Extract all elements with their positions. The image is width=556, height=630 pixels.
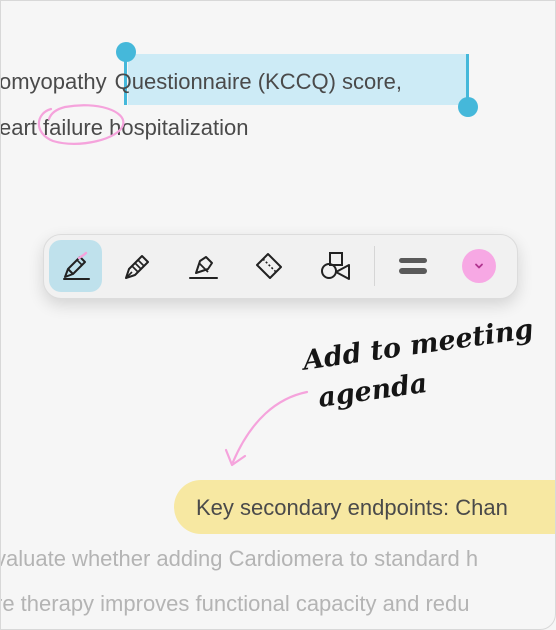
- faded-text-line-2[interactable]: re therapy improves functional capacity …: [1, 591, 469, 617]
- handwritten-note[interactable]: Add to meeting agenda: [301, 314, 544, 455]
- line1-selected-text: Questionnaire (KCCQ) score,: [114, 69, 402, 94]
- shapes-icon: [320, 252, 350, 280]
- fountain-pen-tool[interactable]: [110, 240, 163, 292]
- highlighted-text: Key secondary endpoints: Chan: [196, 495, 508, 520]
- highlighted-text-block[interactable]: Key secondary endpoints: Chan: [174, 480, 555, 534]
- eraser-icon: [255, 253, 282, 279]
- toolbar-divider: [374, 246, 375, 286]
- line-thickness-tool[interactable]: [386, 240, 439, 292]
- fountain-pen-icon: [124, 255, 149, 279]
- pen-highlighter-tool[interactable]: [49, 240, 102, 292]
- annotation-toolbar: [43, 234, 518, 299]
- line1-prefix: omyopathy: [0, 69, 107, 94]
- marker-tool[interactable]: [176, 240, 229, 292]
- eraser-tool[interactable]: [242, 240, 295, 292]
- chevron-down-icon: [475, 263, 483, 269]
- selection-end-handle[interactable]: [458, 97, 478, 117]
- shapes-tool[interactable]: [308, 240, 361, 292]
- selection-start-handle[interactable]: [116, 42, 136, 62]
- text-line-1[interactable]: omyopathy Questionnaire (KCCQ) score,: [0, 69, 402, 95]
- marker-icon: [188, 256, 218, 279]
- selection-end-bar: [466, 54, 469, 102]
- document-canvas[interactable]: omyopathy Questionnaire (KCCQ) score, ear…: [0, 0, 556, 630]
- ink-arrow-annotation: [224, 390, 309, 467]
- line-thickness-icon: [398, 258, 427, 274]
- ink-circle-annotation: [37, 104, 125, 145]
- faded-text-line-1[interactable]: valuate whether adding Cardiomera to sta…: [1, 546, 478, 572]
- pen-highlighter-icon: [62, 251, 90, 280]
- color-picker-button[interactable]: [462, 249, 496, 283]
